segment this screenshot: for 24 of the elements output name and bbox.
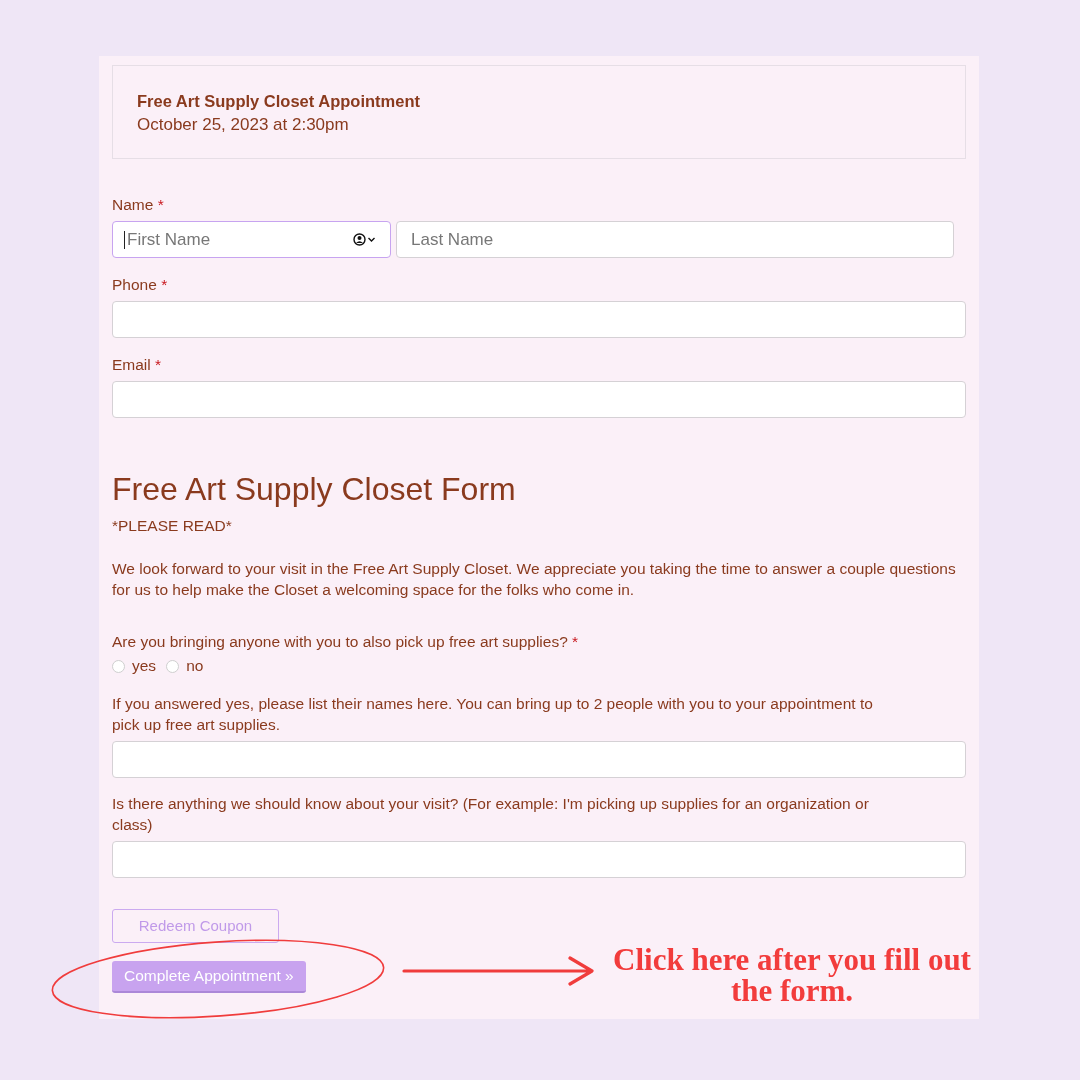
radio-label[interactable]: no (186, 656, 204, 676)
appointment-title: Free Art Supply Closet Appointment (137, 91, 421, 112)
text-input-field[interactable] (112, 301, 966, 338)
field-label: If you answered yes, please list their names here. You can bring up to 2 people with you to your appointment to pick up free art supplies. (112, 694, 874, 735)
text-input-field[interactable] (112, 381, 966, 418)
field-label: Phone * (112, 275, 169, 295)
annotation-text: Click here after you fill out the form. (612, 944, 972, 1006)
text-input-field[interactable] (112, 741, 966, 778)
form-heading: Free Art Supply Closet Form (112, 470, 517, 508)
radio-button[interactable] (112, 659, 125, 673)
field-label: Email * (112, 355, 163, 375)
appointment-date: October 25, 2023 at 2:30pm (137, 114, 350, 136)
user-dropdown-icon[interactable] (353, 233, 377, 246)
field-label: Are you bringing anyone with you to also pick up free art supplies? * (112, 632, 580, 652)
notice-text: *PLEASE READ* (112, 516, 233, 536)
text-input-field[interactable]: Last Name (396, 221, 954, 258)
field-label: Is there anything we should know about your visit? (For example: I'm picking up supplies for an organization or class) (112, 794, 870, 835)
field-label: Name * (112, 195, 165, 215)
radio-button[interactable] (166, 659, 180, 673)
text-input-field[interactable]: First Name (112, 221, 391, 258)
text-cursor-icon (124, 231, 125, 249)
intro-paragraph: We look forward to your visit in the Free Art Supply Closet. We appreciate you taking the time to answer a couple questions for us to help make the Closet a welcoming space for the folks who come in. (112, 559, 957, 600)
text-input-field[interactable] (112, 841, 966, 878)
radio-label[interactable]: yes (132, 656, 157, 676)
